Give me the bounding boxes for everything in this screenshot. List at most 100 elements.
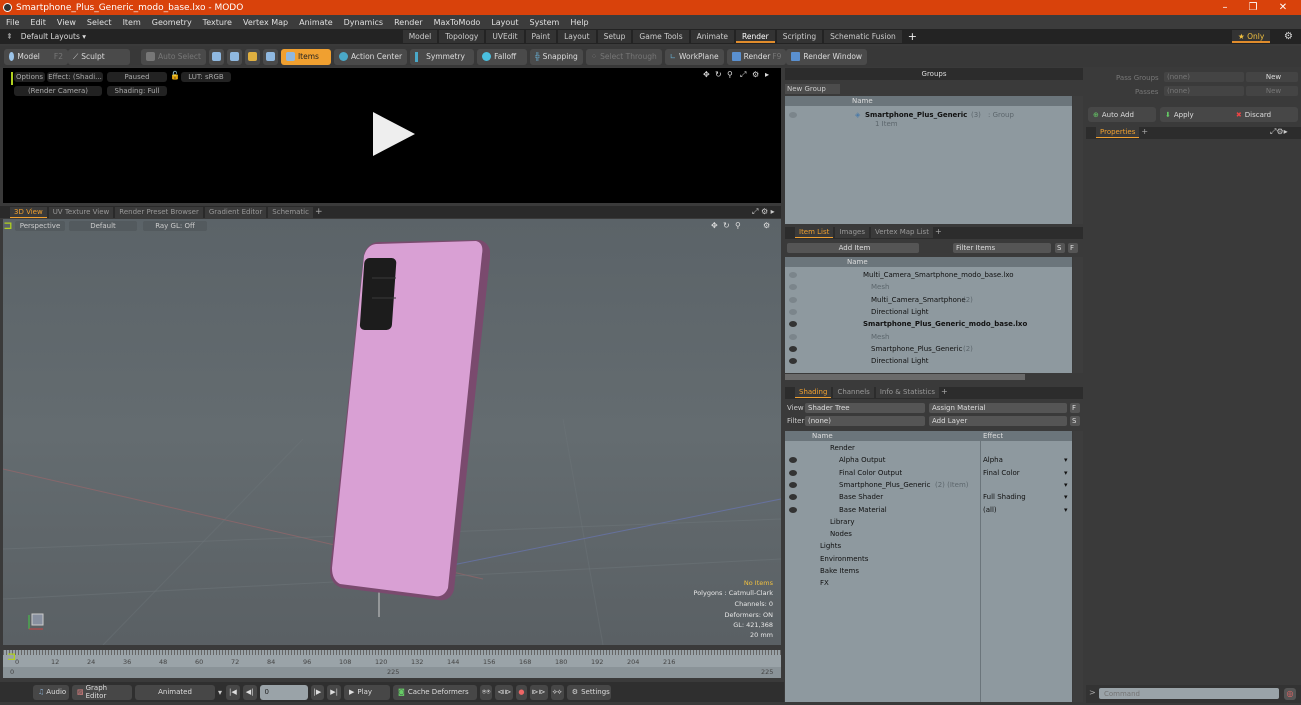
item-row[interactable]: Smartphone_Plus_Generic (2)	[785, 343, 1072, 355]
timeline[interactable]: ⊐ 0 12 24 36 48 60 72 84 96 108 120 132 144 156 168 180…	[3, 650, 781, 678]
auto-select-button[interactable]: Auto Select	[141, 48, 206, 65]
select-edges-button[interactable]	[226, 48, 242, 65]
render-camera-dropdown[interactable]: (Render Camera)	[14, 86, 102, 96]
add-layout-button[interactable]: +	[908, 30, 917, 43]
menu-geometry[interactable]: Geometry	[152, 18, 192, 27]
shading-style-dropdown[interactable]: Default	[69, 221, 137, 231]
select-through-button[interactable]: ⁘ Select Through	[585, 48, 662, 65]
add-tab-button[interactable]: +	[935, 227, 942, 239]
select-materials-button[interactable]	[262, 48, 278, 65]
tab-layout[interactable]: Layout	[558, 30, 596, 43]
shader-row[interactable]: Nodes	[785, 528, 1072, 540]
tab-info-statistics[interactable]: Info & Statistics	[875, 387, 939, 398]
close-button[interactable]: ✕	[1268, 0, 1298, 15]
shader-row[interactable]: Final Color Output Final Color ▾	[785, 467, 1072, 479]
visibility-icon[interactable]	[789, 345, 797, 352]
dropdown-arrow-icon[interactable]: ▾	[1064, 479, 1068, 491]
menu-maxtomodo[interactable]: MaxToModo	[434, 18, 481, 27]
render-button[interactable]: Render F9	[726, 48, 787, 65]
tab-setup[interactable]: Setup	[597, 30, 632, 43]
gear-icon[interactable]: ⚙	[752, 70, 759, 79]
items-mode-button[interactable]: Items	[280, 48, 331, 65]
discard-icon[interactable]: ✖	[1236, 111, 1242, 119]
apply-icon[interactable]: ⬇	[1165, 111, 1171, 119]
item-row[interactable]: Multi_Camera_Smartphone_modo_base.lxo	[785, 269, 1072, 281]
item-row[interactable]: Mesh	[785, 331, 1072, 343]
apply-button[interactable]: Apply	[1174, 111, 1236, 119]
render-preview[interactable]: Options Effect: (Shadi... Paused 🔓 LUT: …	[3, 68, 781, 203]
dropdown-arrow-icon[interactable]: ▾	[218, 688, 222, 697]
add-tab-button[interactable]: +	[1141, 127, 1148, 139]
item-row[interactable]: Directional Light	[785, 355, 1072, 367]
effect-dropdown[interactable]: Effect: (Shadi...	[47, 72, 103, 82]
tab-topology[interactable]: Topology	[439, 30, 485, 43]
visibility-icon[interactable]	[789, 457, 797, 464]
shader-row[interactable]: Lights	[785, 540, 1072, 552]
key-jump-button[interactable]: ⧐⧐	[529, 684, 548, 700]
maximize-icon[interactable]: ⤢ ⚙ ▸	[752, 207, 775, 217]
shader-tree[interactable]: Name Effect Render Alpha Output Alpha ▾ Fina…	[785, 431, 1072, 702]
visibility-icon[interactable]	[789, 321, 797, 328]
discard-button[interactable]: Discard	[1245, 111, 1271, 119]
tab-render-preset-browser[interactable]: Render Preset Browser	[115, 206, 203, 218]
animated-dropdown[interactable]: Animated	[135, 684, 215, 700]
shader-row[interactable]: Base Shader Full Shading ▾	[785, 491, 1072, 503]
menu-edit[interactable]: Edit	[30, 18, 46, 27]
tab-schematic-fusion[interactable]: Schematic Fusion	[824, 30, 902, 43]
item-row[interactable]: Multi_Camera_Smartphone (2)	[785, 294, 1072, 306]
groups-list[interactable]: Name ◈ Smartphone_Plus_Generic (3) : Gro…	[785, 96, 1072, 224]
options-button[interactable]: Options	[14, 72, 45, 82]
tab-properties[interactable]: Properties	[1096, 127, 1140, 138]
assign-material-button[interactable]: Assign Material	[929, 403, 1067, 413]
menu-view[interactable]: View	[57, 18, 76, 27]
f-button[interactable]: F	[1068, 243, 1078, 253]
s-button[interactable]: S	[1070, 416, 1080, 426]
effect-dropdown[interactable]: Alpha	[983, 454, 1003, 466]
shader-row[interactable]: Library	[785, 516, 1072, 528]
play-button[interactable]: ▶ Play	[344, 684, 391, 700]
dropdown-arrow-icon[interactable]: ▾	[1064, 454, 1068, 466]
item-row[interactable]: Smartphone_Plus_Generic_modo_base.lxo	[785, 318, 1072, 330]
cache-deformers-button[interactable]: ◙ Cache Deformers	[393, 684, 478, 700]
lock-icon[interactable]: 🔓	[170, 71, 180, 80]
tab-render[interactable]: Render	[736, 30, 775, 43]
next-frame-button[interactable]: |▶	[310, 684, 325, 700]
shader-row[interactable]: Render	[785, 442, 1072, 454]
menu-select[interactable]: Select	[87, 18, 112, 27]
tab-3d-view[interactable]: 3D View	[10, 206, 47, 218]
visibility-icon[interactable]	[789, 284, 797, 291]
tab-uv-texture-view[interactable]: UV Texture View	[48, 206, 114, 218]
maximize-icon[interactable]: ⤢	[740, 70, 746, 80]
tab-game-tools[interactable]: Game Tools	[633, 30, 689, 43]
menu-system[interactable]: System	[530, 18, 560, 27]
gear-icon[interactable]: ⚙	[763, 221, 770, 230]
rotate-view-icon[interactable]: ↻	[715, 70, 722, 79]
filter-items-input[interactable]: Filter Items	[953, 243, 1051, 253]
add-tab-button[interactable]: +	[315, 207, 323, 217]
tab-schematic[interactable]: Schematic	[268, 206, 313, 218]
command-input[interactable]	[1099, 688, 1279, 699]
item-list-scrollbar[interactable]	[1073, 257, 1083, 373]
s-button[interactable]: S	[1055, 243, 1065, 253]
menu-layout[interactable]: Layout	[491, 18, 518, 27]
move-view-icon[interactable]: ✥	[703, 70, 710, 79]
panel-options-icon[interactable]: ⤢⚙▸	[1270, 127, 1288, 137]
shading-scrollbar[interactable]	[1073, 431, 1083, 702]
new-pass-button[interactable]: New	[1246, 86, 1298, 96]
menu-texture[interactable]: Texture	[203, 18, 232, 27]
expand-arrow-icon[interactable]: ▸	[765, 70, 769, 79]
zoom-view-icon[interactable]: ⚲	[727, 70, 733, 79]
minimize-button[interactable]: –	[1210, 0, 1240, 15]
tab-shading[interactable]: Shading	[795, 387, 832, 398]
menu-file[interactable]: File	[6, 18, 19, 27]
pass-groups-dropdown[interactable]: (none)	[1164, 72, 1244, 82]
shader-row[interactable]: Environments	[785, 553, 1072, 565]
raygl-dropdown[interactable]: Ray GL: Off	[143, 221, 207, 231]
group-row[interactable]: ◈ Smartphone_Plus_Generic (3) : Group	[785, 109, 1072, 121]
tab-animate[interactable]: Animate	[690, 30, 735, 43]
frame-input[interactable]: 0	[259, 684, 308, 700]
menu-item[interactable]: Item	[123, 18, 141, 27]
tab-scripting[interactable]: Scripting	[776, 30, 823, 43]
auto-add-button[interactable]: ⊕ Auto Add	[1088, 107, 1156, 122]
layout-toggle-icon[interactable]: ⇞	[6, 32, 13, 41]
